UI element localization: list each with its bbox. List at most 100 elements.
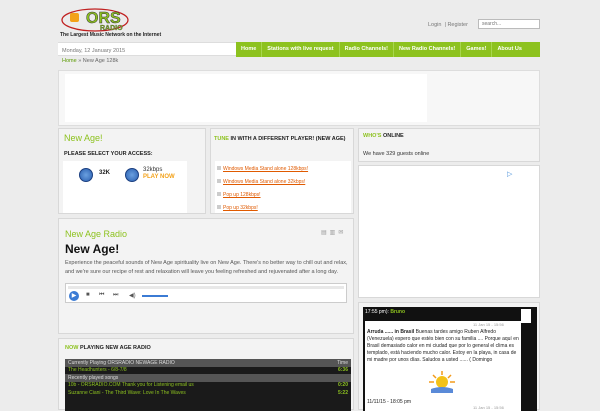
tune-link-item: Pop up 32kbps! — [217, 205, 258, 211]
shout-body: Arruda ...... in Brasil Buenas tardes am… — [367, 329, 519, 364]
shout-author: Arruda ...... in — [367, 329, 399, 335]
nowplaying-title-rest: PLAYING NEW AGE RADIO — [78, 345, 151, 351]
sun-icon — [429, 371, 455, 393]
track-title: Recently played songs — [68, 374, 119, 381]
tune-title: TUNE IN WITH A DIFFERENT PLAYER! (NEW AG… — [214, 133, 352, 145]
track-duration: 5:22 — [337, 389, 348, 396]
nowplaying-title: NOW PLAYING NEW AGE RADIO — [65, 345, 151, 351]
tune-title-rest: IN WITH A DIFFERENT PLAYER! (NEW AGE) — [228, 136, 346, 142]
nav-games[interactable]: Games! — [461, 42, 493, 57]
volume-slider[interactable] — [142, 295, 168, 297]
online-count: We have 329 guests online — [363, 151, 430, 157]
track-title: Suzanne Ciani - The Third Wave: Love In … — [68, 389, 186, 396]
shout-footer-time: 11/11/15 - 18:05 pm — [367, 399, 412, 405]
track-duration: 6:36 — [337, 367, 348, 374]
ad-banner — [58, 70, 540, 126]
logo-icon — [70, 13, 79, 22]
access-options: 32K 32kbps PLAY NOW — [63, 161, 187, 213]
table-row: Recently played songs — [65, 374, 351, 382]
shout-time: 17:55 pm): Bruno — [365, 309, 406, 315]
online-title-rest: ONLINE — [381, 133, 404, 139]
breadcrumb: Home » New Age 128k — [62, 58, 118, 64]
media-player: ▶ ■ ⏮ ⏭ ◀) — [65, 283, 347, 303]
breadcrumb-home[interactable]: Home — [62, 58, 77, 64]
nowplaying-title-hl: NOW — [65, 345, 79, 351]
nav-home[interactable]: Home — [236, 42, 263, 57]
nav-about[interactable]: About Us — [492, 42, 526, 57]
table-row: 10b - ORSRADIO.COM Thank you for Listeni… — [65, 382, 351, 390]
radio-description: Experience the peaceful sounds of New Ag… — [65, 260, 348, 275]
shout-date: 11 Jan 15 - 15:56 — [473, 322, 504, 327]
bullet-icon — [217, 166, 221, 170]
tune-link[interactable]: Pop up 32kbps! — [223, 205, 258, 211]
tune-title-hl: TUNE — [214, 136, 229, 142]
nav-live-request[interactable]: Stations with live request — [262, 42, 340, 57]
ad-choices-icon[interactable]: ▷ — [507, 170, 512, 178]
top-links: Login | Register — [428, 22, 468, 28]
radio-section-title: New Age Radio — [65, 229, 128, 239]
bullet-icon — [217, 205, 221, 209]
shout-country: Brasil — [400, 329, 415, 335]
access-low[interactable]: 32K — [99, 170, 110, 176]
tagline: The Largest Music Network on the Interne… — [60, 32, 162, 38]
logo-sub: RADIO — [100, 25, 123, 32]
stop-icon[interactable]: ■ — [86, 292, 90, 298]
volume-icon[interactable]: ◀) — [129, 292, 136, 299]
bullet-icon — [217, 192, 221, 196]
online-title-hl: WHO'S — [363, 133, 382, 139]
track-duration: 0:20 — [337, 382, 348, 389]
track-title: The Headhunters - 6/8-7/8 — [68, 367, 127, 374]
tune-link[interactable]: Windows Media Stand alone 128kbps! — [223, 166, 308, 172]
track-title: 10b - ORSRADIO.COM Thank you for Listeni… — [68, 382, 194, 389]
tune-link[interactable]: Pop up 128kbps! — [223, 192, 261, 198]
current-date: Monday, 12 January 2015 — [62, 48, 126, 54]
online-panel: WHO'S ONLINE We have 329 guests online — [358, 128, 540, 162]
tune-link[interactable]: Windows Media Stand alone 32kbps! — [223, 179, 305, 185]
nav-radio-channels[interactable]: Radio Channels! — [340, 42, 395, 57]
shoutbox-panel: 17:55 pm): Bruno 11 Jan 15 - 15:56 Arrud… — [358, 302, 540, 411]
ad-slot[interactable] — [65, 74, 427, 122]
register-link[interactable]: Register — [447, 22, 467, 28]
play-now-link[interactable]: PLAY NOW — [143, 174, 175, 180]
table-row: Suzanne Ciani - The Third Wave: Love In … — [65, 389, 351, 397]
next-icon[interactable]: ⏭ — [113, 292, 118, 299]
side-ad[interactable]: ▷ — [358, 165, 540, 298]
online-title: WHO'S ONLINE — [363, 133, 404, 139]
speaker-high-icon[interactable] — [125, 168, 139, 182]
tune-link-item: Pop up 128kbps! — [217, 192, 261, 198]
scrollbar-icon[interactable] — [521, 309, 531, 323]
email-icon[interactable]: ✉ — [338, 230, 346, 236]
access-high[interactable]: 32kbps — [143, 167, 162, 173]
tune-link-item: Windows Media Stand alone 128kbps! — [217, 166, 308, 172]
shout-date-2: 11 Jan 15 - 15:56 — [473, 405, 504, 410]
access-prompt: PLEASE SELECT YOUR ACCESS: — [64, 151, 153, 157]
bullet-icon — [217, 179, 221, 183]
breadcrumb-sep: » — [78, 58, 82, 64]
nav-new-radio-channels[interactable]: New Radio Channels! — [394, 42, 462, 57]
main-nav: Home Stations with live request Radio Ch… — [236, 42, 540, 57]
shoutbox: 17:55 pm): Bruno 11 Jan 15 - 15:56 Arrud… — [363, 307, 537, 411]
search-input[interactable] — [478, 19, 540, 29]
table-header: Currently Playing ORSRADIO NEWAGE RADIO T… — [65, 359, 351, 367]
play-icon[interactable]: ▶ — [69, 291, 79, 301]
article-tools: ▤▥✉ — [321, 229, 346, 236]
access-title: New Age! — [64, 133, 103, 143]
tune-link-item: Windows Media Stand alone 32kbps! — [217, 179, 305, 185]
breadcrumb-current: New Age 128k — [82, 58, 119, 64]
table-header-time: Time — [337, 359, 348, 366]
nowplaying-panel: NOW PLAYING NEW AGE RADIO Currently Play… — [58, 338, 354, 411]
radio-panel: New Age Radio ▤▥✉ New Age! Experience th… — [58, 218, 354, 334]
seek-bar[interactable] — [68, 286, 344, 289]
tune-links: Windows Media Stand alone 128kbps! Windo… — [215, 161, 351, 213]
shout-name: Bruno — [390, 309, 406, 315]
shout-message: 11 Jan 15 - 15:56 Arruda ...... in Brasi… — [365, 321, 521, 411]
table-row: The Headhunters - 6/8-7/8 6:36 — [65, 367, 351, 375]
table-header-title: Currently Playing ORSRADIO NEWAGE RADIO — [68, 359, 175, 366]
prev-icon[interactable]: ⏮ — [99, 292, 104, 299]
access-panel: New Age! PLEASE SELECT YOUR ACCESS: 32K … — [58, 128, 206, 214]
radio-heading: New Age! — [65, 242, 120, 256]
login-link[interactable]: Login — [428, 22, 441, 28]
speaker-low-icon[interactable] — [79, 168, 93, 182]
pdf-icon[interactable]: ▤ — [321, 230, 330, 236]
nowplaying-table: Currently Playing ORSRADIO NEWAGE RADIO T… — [65, 359, 351, 411]
